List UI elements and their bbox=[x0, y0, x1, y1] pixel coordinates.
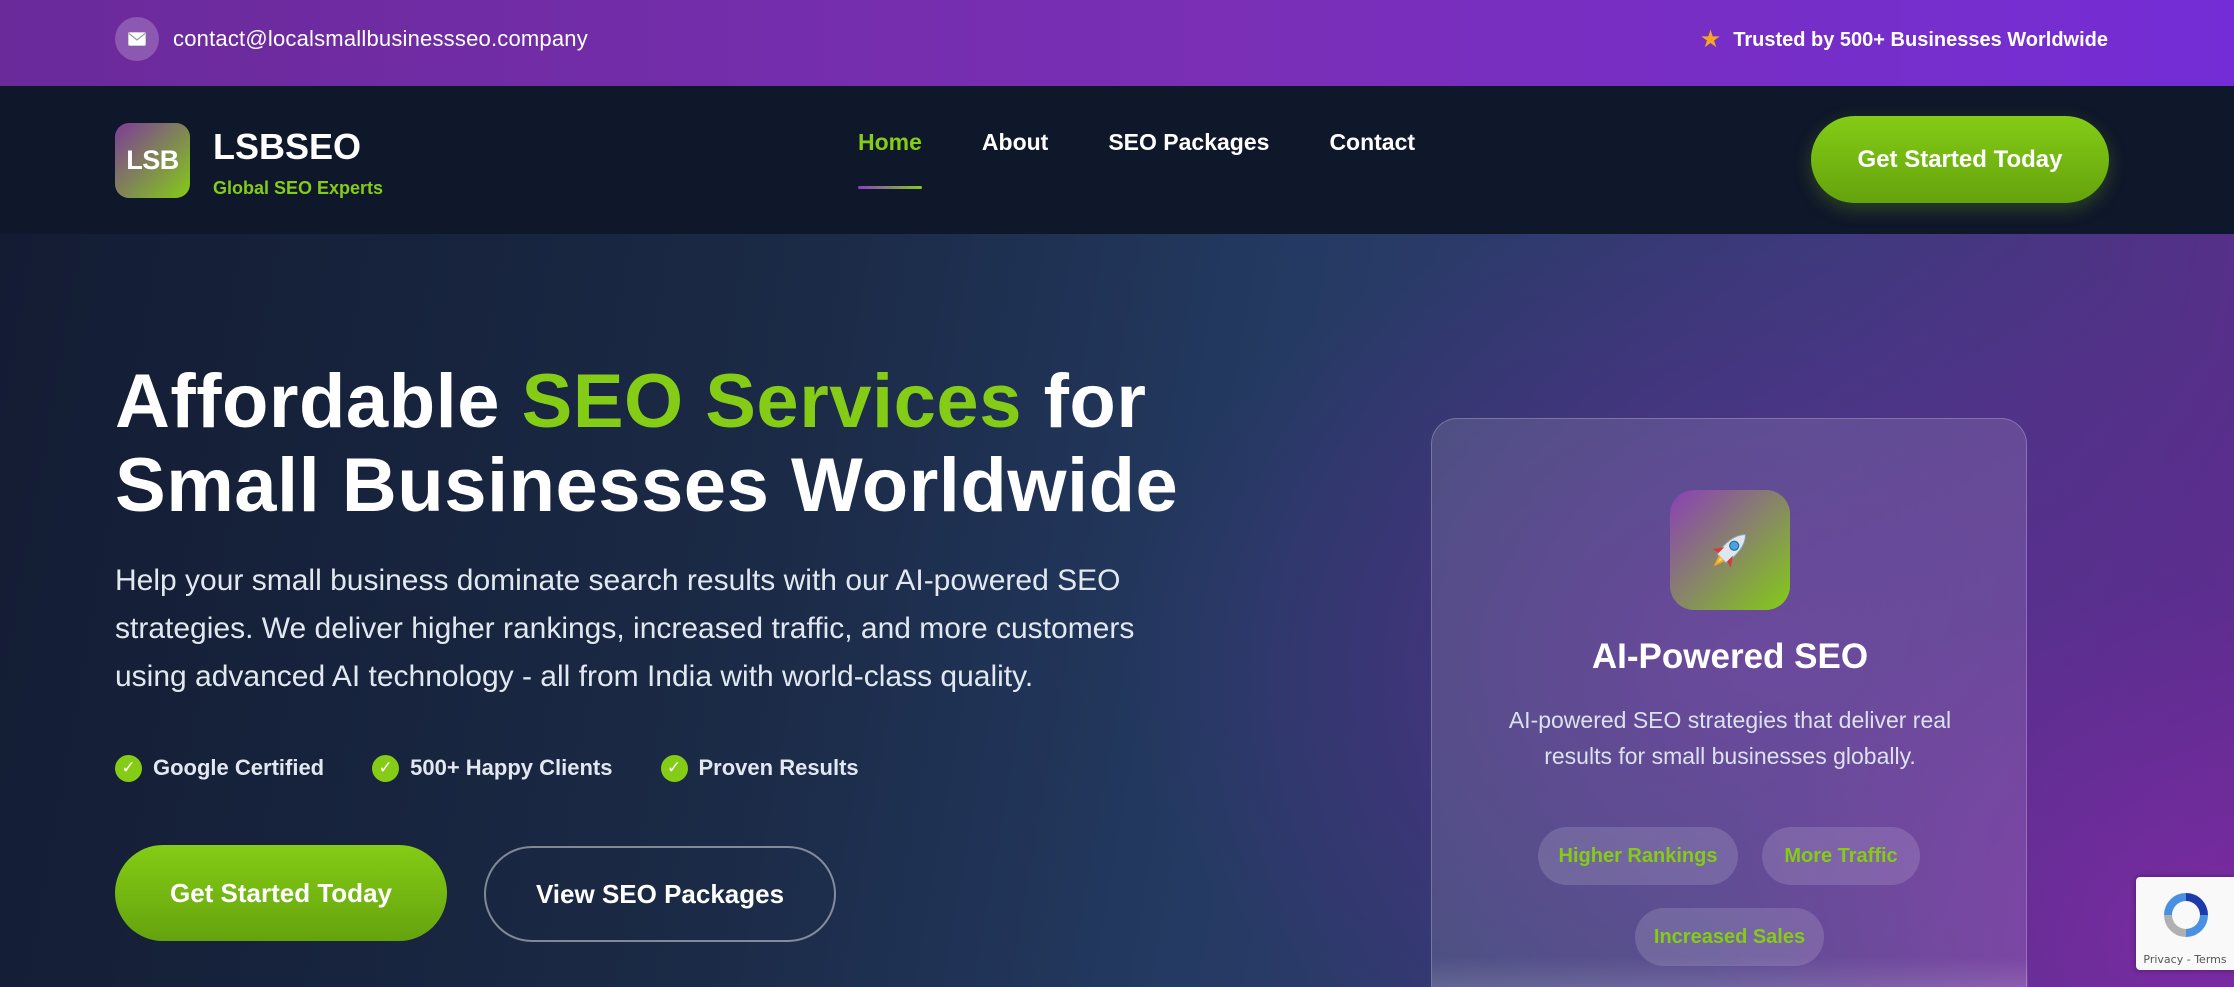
logo[interactable]: LSB bbox=[115, 123, 190, 198]
hero-title: Affordable SEO Services for Small Busine… bbox=[115, 360, 1265, 528]
star-icon: ★ bbox=[1699, 26, 1722, 53]
nav-item-contact[interactable]: Contact bbox=[1329, 129, 1415, 189]
rocket-icon bbox=[1670, 490, 1790, 610]
badge-google-certified: ✓ Google Certified bbox=[115, 754, 325, 782]
badge-label: 500+ Happy Clients bbox=[410, 755, 613, 780]
nav-item-home[interactable]: Home bbox=[858, 129, 922, 189]
tag-more-traffic: More Traffic bbox=[1762, 827, 1920, 885]
card-title: AI-Powered SEO bbox=[1591, 637, 1869, 676]
hero-title-part1: Affordable bbox=[115, 359, 522, 444]
hero-get-started-button[interactable]: Get Started Today bbox=[115, 845, 447, 941]
badge-proven-results: ✓ Proven Results bbox=[660, 754, 859, 782]
hero-description: Help your small business dominate search… bbox=[115, 564, 1135, 693]
contact-email-text[interactable]: contact@localsmallbusinessseo.company bbox=[173, 26, 588, 52]
nav-get-started-button[interactable]: Get Started Today bbox=[1811, 116, 2109, 203]
recaptcha-privacy-terms[interactable]: Privacy - Terms bbox=[2136, 953, 2234, 966]
check-icon: ✓ bbox=[115, 754, 142, 782]
hero-section: Affordable SEO Services for Small Busine… bbox=[0, 234, 2234, 987]
contact-email[interactable]: contact@localsmallbusinessseo.company bbox=[115, 17, 588, 61]
check-icon: ✓ bbox=[372, 754, 400, 782]
tag-higher-rankings: Higher Rankings bbox=[1538, 827, 1738, 885]
recaptcha-icon bbox=[2158, 887, 2214, 948]
view-seo-packages-button[interactable]: View SEO Packages bbox=[484, 846, 836, 942]
top-bar: contact@localsmallbusinessseo.company ★ … bbox=[0, 0, 2234, 86]
card-bottom-glow bbox=[1432, 957, 2028, 987]
nav-menu: Home About SEO Packages Contact bbox=[858, 129, 1415, 189]
badge-label: Google Certified bbox=[153, 755, 325, 780]
badge-happy-clients: ✓ 500+ Happy Clients bbox=[372, 754, 613, 782]
card-description: AI-powered SEO strategies that deliver r… bbox=[1508, 707, 1952, 769]
badge-label: Proven Results bbox=[698, 755, 859, 780]
trust-badge: ★ Trusted by 500+ Businesses Worldwide bbox=[1700, 25, 2108, 55]
trust-text: Trusted by 500+ Businesses Worldwide bbox=[1733, 28, 2108, 51]
mail-icon bbox=[115, 17, 159, 61]
brand-tagline: Global SEO Experts bbox=[213, 178, 384, 198]
recaptcha-badge[interactable]: Privacy - Terms bbox=[2136, 877, 2234, 970]
main-navbar: LSB LSBSEO Global SEO Experts Home About… bbox=[0, 86, 2234, 234]
hero-title-accent: SEO Services bbox=[521, 359, 1022, 444]
brand-name[interactable]: LSBSEO bbox=[213, 126, 361, 168]
nav-item-about[interactable]: About bbox=[982, 129, 1048, 189]
ai-seo-card: AI-Powered SEO AI-powered SEO strategies… bbox=[1431, 418, 2028, 987]
nav-item-seo-packages[interactable]: SEO Packages bbox=[1108, 129, 1269, 189]
check-icon: ✓ bbox=[660, 754, 688, 782]
trust-badges: ✓ Google Certified ✓ 500+ Happy Clients … bbox=[115, 751, 859, 785]
